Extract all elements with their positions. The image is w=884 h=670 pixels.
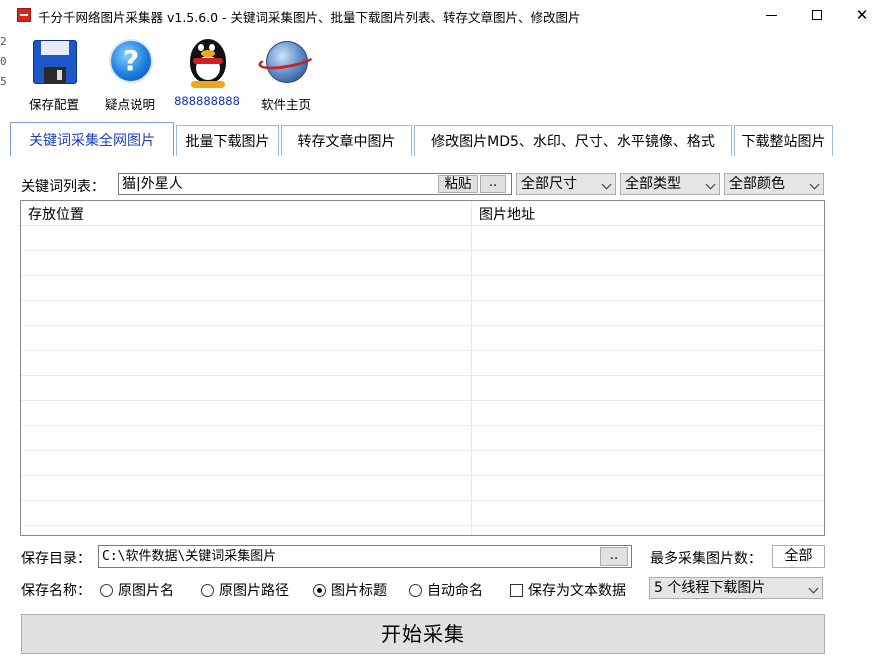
color-filter-value: 全部颜色 bbox=[729, 176, 785, 192]
type-filter-select[interactable]: 全部类型 bbox=[620, 173, 720, 195]
checkbox-label: 保存为文本数据 bbox=[528, 583, 626, 599]
tab-save-article-images[interactable]: 转存文章中图片 bbox=[281, 125, 412, 156]
color-filter-select[interactable]: 全部颜色 bbox=[724, 173, 824, 195]
main-window: 2 0 5 千分千网络图片采集器 v1.5.6.0 - 关键词采集图片、批量下载… bbox=[0, 0, 884, 670]
max-images-label: 最多采集图片数： bbox=[650, 551, 762, 567]
grid-header: 存放位置 图片地址 bbox=[21, 201, 824, 226]
chevron-down-icon bbox=[808, 583, 819, 594]
save-config-button[interactable]: 保存配置 bbox=[25, 30, 83, 118]
homepage-label: 软件主页 bbox=[260, 97, 311, 112]
tab-keyword-collect[interactable]: 关键词采集全网图片 bbox=[10, 122, 174, 156]
row-divider bbox=[21, 450, 824, 451]
row-divider bbox=[21, 475, 824, 476]
minimize-icon bbox=[765, 14, 777, 16]
column-header-location[interactable]: 存放位置 bbox=[28, 204, 84, 224]
row-divider bbox=[21, 300, 824, 301]
gutter-digit: 0 bbox=[0, 55, 7, 68]
globe-icon bbox=[257, 30, 317, 92]
keyword-list-label: 关键词列表： bbox=[21, 179, 105, 195]
radio-label: 图片标题 bbox=[331, 583, 387, 599]
help-label: 疑点说明 bbox=[104, 97, 155, 112]
save-config-label: 保存配置 bbox=[28, 97, 79, 112]
save-as-text-checkbox[interactable]: 保存为文本数据 bbox=[510, 580, 626, 600]
radio-auto-name[interactable]: 自动命名 bbox=[409, 580, 483, 600]
row-divider bbox=[21, 400, 824, 401]
size-filter-select[interactable]: 全部尺寸 bbox=[516, 173, 616, 195]
save-dir-label: 保存目录： bbox=[21, 551, 91, 567]
window-title: 千分千网络图片采集器 v1.5.6.0 - 关键词采集图片、批量下载图片列表、转… bbox=[38, 10, 581, 25]
minimize-button[interactable] bbox=[748, 0, 794, 30]
column-divider bbox=[471, 201, 472, 535]
chevron-down-icon bbox=[601, 179, 612, 190]
close-button[interactable]: ✕ bbox=[839, 0, 884, 30]
app-logo-icon bbox=[17, 8, 31, 22]
radio-label: 原图片路径 bbox=[219, 583, 289, 599]
thread-count-value: 5 个线程下载图片 bbox=[654, 580, 766, 596]
qq-number-label: 888888888 bbox=[174, 94, 240, 108]
help-icon: ? bbox=[102, 30, 158, 92]
chevron-down-icon bbox=[705, 179, 716, 190]
chevron-down-icon bbox=[809, 179, 820, 190]
save-dir-input[interactable]: C:\软件数据\关键词采集图片 bbox=[98, 545, 632, 568]
radio-original-name[interactable]: 原图片名 bbox=[100, 580, 174, 600]
keyword-browse-button[interactable]: .. bbox=[480, 175, 506, 193]
column-header-url[interactable]: 图片地址 bbox=[479, 204, 535, 224]
maximize-icon bbox=[812, 10, 822, 20]
maximize-button[interactable] bbox=[794, 0, 840, 30]
paste-button[interactable]: 粘贴 bbox=[438, 175, 478, 193]
radio-original-path[interactable]: 原图片路径 bbox=[201, 580, 289, 600]
radio-indicator-selected bbox=[313, 583, 326, 597]
qq-penguin-icon bbox=[179, 30, 235, 92]
radio-label: 自动命名 bbox=[427, 583, 483, 599]
tab-modify-images[interactable]: 修改图片MD5、水印、尺寸、水平镜像、格式 bbox=[414, 125, 732, 156]
close-icon: ✕ bbox=[855, 5, 869, 24]
radio-label: 原图片名 bbox=[118, 583, 174, 599]
radio-indicator bbox=[409, 583, 422, 597]
radio-indicator bbox=[100, 583, 113, 597]
results-grid[interactable]: 存放位置 图片地址 bbox=[20, 200, 825, 536]
left-gutter: 2 0 5 bbox=[0, 26, 10, 670]
radio-image-title[interactable]: 图片标题 bbox=[313, 580, 387, 600]
tab-download-site[interactable]: 下载整站图片 bbox=[734, 125, 833, 156]
max-images-input[interactable]: 全部 bbox=[772, 545, 825, 568]
row-divider bbox=[21, 525, 824, 526]
gutter-digit: 5 bbox=[0, 75, 7, 88]
gutter-digit: 2 bbox=[0, 35, 7, 48]
thread-count-select[interactable]: 5 个线程下载图片 bbox=[649, 577, 823, 599]
row-divider bbox=[21, 425, 824, 426]
help-button[interactable]: ? 疑点说明 bbox=[101, 30, 159, 118]
size-filter-value: 全部尺寸 bbox=[521, 176, 577, 192]
save-dir-browse-button[interactable]: .. bbox=[600, 547, 628, 566]
row-divider bbox=[21, 350, 824, 351]
qq-contact-button[interactable]: 888888888 bbox=[174, 30, 240, 118]
tab-content-keyword: 关键词列表： 猫|外星人 粘贴 .. 全部尺寸 全部类型 全部颜色 存放位置 图… bbox=[10, 156, 884, 670]
row-divider bbox=[21, 375, 824, 376]
toolbar: 保存配置 ? 疑点说明 888888888 软件主页 bbox=[10, 30, 884, 118]
save-name-label: 保存名称： bbox=[21, 583, 91, 599]
tab-batch-download[interactable]: 批量下载图片 bbox=[176, 125, 279, 156]
row-divider bbox=[21, 250, 824, 251]
type-filter-value: 全部类型 bbox=[625, 176, 681, 192]
homepage-button[interactable]: 软件主页 bbox=[255, 30, 317, 118]
radio-indicator bbox=[201, 583, 214, 597]
checkbox-indicator bbox=[510, 583, 523, 597]
title-bar: 千分千网络图片采集器 v1.5.6.0 - 关键词采集图片、批量下载图片列表、转… bbox=[10, 0, 884, 30]
start-collect-button[interactable]: 开始采集 bbox=[21, 614, 825, 654]
floppy-disk-icon bbox=[26, 30, 82, 92]
tab-bar: 关键词采集全网图片 批量下载图片 转存文章中图片 修改图片MD5、水印、尺寸、水… bbox=[10, 122, 884, 156]
row-divider bbox=[21, 325, 824, 326]
row-divider bbox=[21, 500, 824, 501]
row-divider bbox=[21, 275, 824, 276]
